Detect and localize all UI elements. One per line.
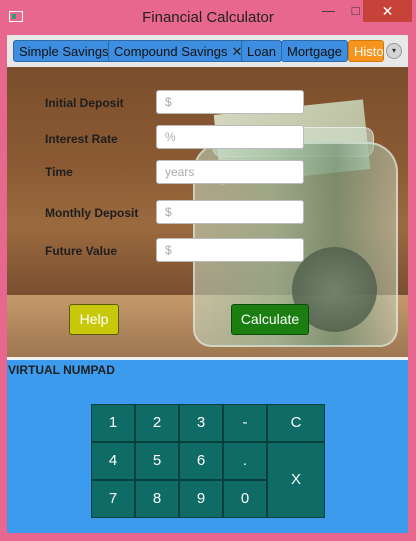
numpad-key-9[interactable]: 9 (179, 480, 223, 518)
close-button[interactable]: ✕ (363, 0, 412, 22)
tab-simple-savings[interactable]: Simple Savings (13, 40, 115, 62)
tab-overflow-menu-icon[interactable]: ▾ (386, 43, 402, 59)
numpad-key-x[interactable]: X (267, 442, 325, 518)
initial-deposit-field[interactable] (156, 90, 304, 114)
numpad-key-6[interactable]: 6 (179, 442, 223, 480)
numpad-key-minus[interactable]: - (223, 404, 267, 442)
tab-bar: Simple Savings Compound Savings ✕ Loan Mo… (7, 35, 408, 67)
time-field[interactable] (156, 160, 304, 184)
numpad-key-4[interactable]: 4 (91, 442, 135, 480)
monthly-deposit-label: Monthly Deposit (45, 206, 139, 220)
tab-history[interactable]: Histo (348, 40, 384, 62)
tab-label: Loan (247, 44, 276, 59)
calculate-button[interactable]: Calculate (231, 304, 309, 335)
app-content: Simple Savings Compound Savings ✕ Loan Mo… (7, 35, 408, 533)
time-label: Time (45, 165, 73, 179)
numpad-key-decimal[interactable]: . (223, 442, 267, 480)
numpad-key-8[interactable]: 8 (135, 480, 179, 518)
virtual-numpad-panel: VIRTUAL NUMPAD 1 2 3 - C 4 5 6 . X 7 8 9… (7, 360, 408, 533)
tab-compound-savings[interactable]: Compound Savings ✕ (108, 40, 249, 62)
interest-rate-label: Interest Rate (45, 132, 118, 146)
tab-label: Compound Savings (114, 44, 228, 59)
numpad-key-7[interactable]: 7 (91, 480, 135, 518)
numpad-key-0[interactable]: 0 (223, 480, 267, 518)
help-button[interactable]: Help (69, 304, 119, 335)
tab-label: Mortgage (287, 44, 342, 59)
form-panel: Initial Deposit Interest Rate Time Month… (7, 67, 408, 357)
future-value-field[interactable] (156, 238, 304, 262)
tab-label: Simple Savings (19, 44, 109, 59)
title-bar: Financial Calculator — □ ✕ (0, 0, 416, 34)
tab-mortgage[interactable]: Mortgage (281, 40, 348, 62)
tab-label: Histo (354, 44, 384, 59)
numpad-title: VIRTUAL NUMPAD (8, 363, 115, 377)
numpad-key-5[interactable]: 5 (135, 442, 179, 480)
numpad-key-2[interactable]: 2 (135, 404, 179, 442)
interest-rate-field[interactable] (156, 125, 304, 149)
future-value-label: Future Value (45, 244, 118, 258)
numpad-key-1[interactable]: 1 (91, 404, 135, 442)
numpad-key-3[interactable]: 3 (179, 404, 223, 442)
tab-loan[interactable]: Loan (241, 40, 282, 62)
numpad-key-clear[interactable]: C (267, 404, 325, 442)
monthly-deposit-field[interactable] (156, 200, 304, 224)
initial-deposit-label: Initial Deposit (45, 96, 124, 110)
